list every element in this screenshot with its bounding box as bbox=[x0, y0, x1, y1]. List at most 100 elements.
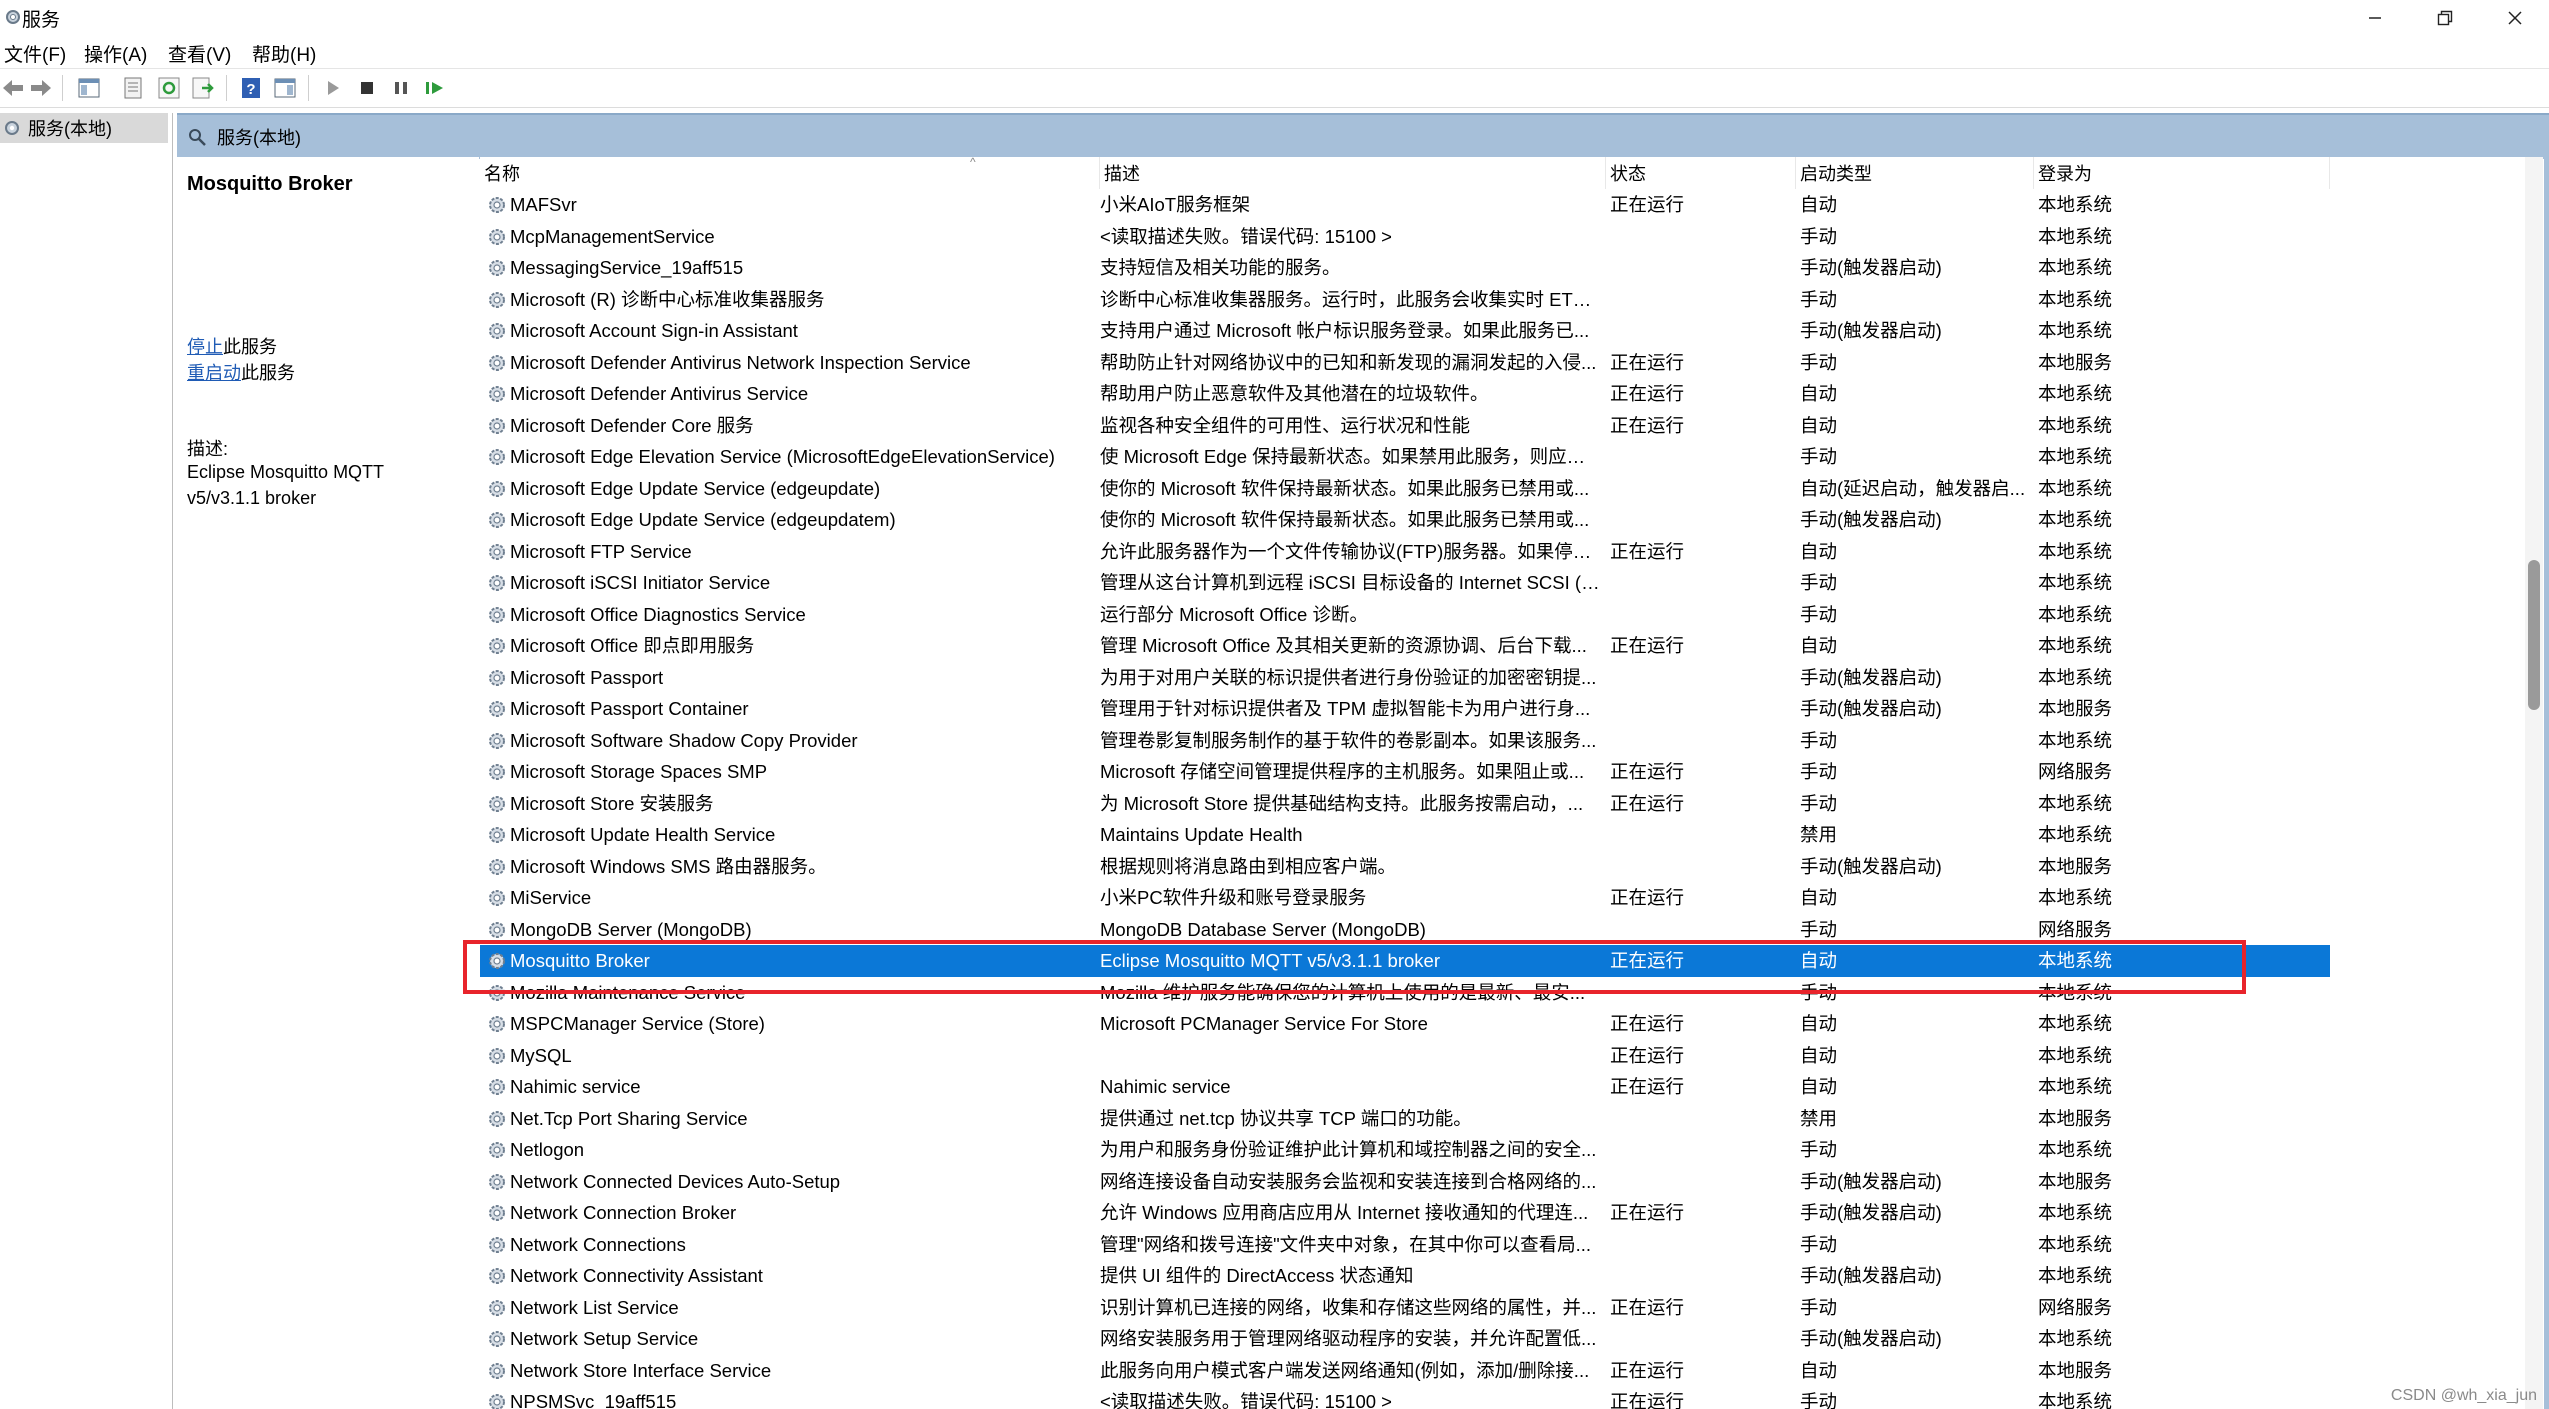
table-row[interactable]: MessagingService_19aff515 支持短信及相关功能的服务。 手动… bbox=[480, 252, 2330, 284]
table-row-selected[interactable]: Mosquitto Broker Eclipse Mosquitto MQTT v… bbox=[480, 945, 2330, 977]
service-gear-icon bbox=[486, 446, 508, 468]
table-row[interactable]: McpManagementService <读取描述失败。错误代码: 15100 … bbox=[480, 221, 2330, 253]
stop-service-link[interactable]: 停止 bbox=[187, 337, 223, 357]
table-row[interactable]: Netlogon 为用户和服务身份验证维护此计算机和域控制器之间的安全... 手动 本… bbox=[480, 1134, 2330, 1166]
start-service-button[interactable] bbox=[320, 75, 346, 101]
table-row[interactable]: Network Connection Broker 允许 Windows 应用商店… bbox=[480, 1197, 2330, 1229]
service-logon-cell: 本地服务 bbox=[2038, 351, 2113, 373]
restart-service-link[interactable]: 重启动 bbox=[187, 363, 241, 383]
table-row[interactable]: Microsoft Software Shadow Copy Provider 管… bbox=[480, 725, 2330, 757]
table-row[interactable]: NPSMSvc_19aff515 <读取描述失败。错误代码: 15100 > 正在运… bbox=[480, 1386, 2330, 1409]
table-row[interactable]: Microsoft Edge Elevation Service (Micros… bbox=[480, 441, 2330, 473]
table-row[interactable]: Microsoft Update Health Service Maintains… bbox=[480, 819, 2330, 851]
table-row[interactable]: Network Store Interface Service 此服务向用户模式客… bbox=[480, 1355, 2330, 1387]
stop-service-action: 停止此服务 bbox=[187, 333, 277, 359]
refresh-button[interactable] bbox=[156, 75, 182, 101]
close-button[interactable] bbox=[2480, 0, 2549, 36]
table-row[interactable]: Network List Service 识别计算机已连接的网络，收集和存储这些网… bbox=[480, 1292, 2330, 1324]
menu-file[interactable]: 文件(F) bbox=[4, 40, 66, 67]
service-logon-cell: 本地系统 bbox=[2038, 635, 2113, 656]
table-row[interactable]: Microsoft iSCSI Initiator Service 管理从这台计算… bbox=[480, 567, 2330, 599]
stop-service-button[interactable] bbox=[354, 75, 380, 101]
table-row[interactable]: MAFSvr 小米AIoT服务框架 正在运行 自动 本地系统 bbox=[480, 189, 2330, 221]
minimize-button[interactable] bbox=[2340, 0, 2410, 36]
table-row[interactable]: Microsoft Windows SMS 路由器服务。 根据规则将消息路由到相应… bbox=[480, 851, 2330, 883]
table-row[interactable]: Microsoft Passport 为用于对用户关联的标识提供者进行身份验证的加… bbox=[480, 662, 2330, 694]
service-status-cell bbox=[1610, 599, 1790, 631]
show-hide-console-tree-button[interactable] bbox=[76, 75, 102, 101]
table-row[interactable]: Microsoft FTP Service 允许此服务器作为一个文件传输协议(FT… bbox=[480, 536, 2330, 568]
service-gear-icon bbox=[486, 415, 508, 437]
table-row[interactable]: MySQL 正在运行 自动 本地系统 bbox=[480, 1040, 2330, 1072]
table-row[interactable]: Microsoft Storage Spaces SMP Microsoft 存储… bbox=[480, 756, 2330, 788]
menu-view[interactable]: 查看(V) bbox=[168, 40, 231, 67]
tree-item-services-local[interactable]: 服务(本地) bbox=[0, 113, 168, 143]
service-description-cell: 帮助用户防止恶意软件及其他潜在的垃圾软件。 bbox=[1100, 383, 1489, 404]
table-row[interactable]: Microsoft Edge Update Service (edgeupdat… bbox=[480, 504, 2330, 536]
table-row[interactable]: Microsoft Store 安装服务 为 Microsoft Store 提供… bbox=[480, 788, 2330, 820]
service-startup-cell: 手动(触发器启动) bbox=[1800, 698, 1942, 719]
column-header-logon-as[interactable]: 登录为 bbox=[2034, 157, 2330, 189]
service-name-cell: Microsoft Defender Antivirus Network Ins… bbox=[510, 351, 971, 373]
service-status-cell bbox=[1610, 1103, 1790, 1135]
service-description-cell: 网络连接设备自动安装服务会监视和安装连接到合格网络的... bbox=[1100, 1170, 1597, 1192]
service-logon-cell: 本地系统 bbox=[2038, 729, 2113, 751]
table-row[interactable]: Network Connectivity Assistant 提供 UI 组件的 … bbox=[480, 1260, 2330, 1292]
properties-button[interactable] bbox=[120, 75, 146, 101]
table-row[interactable]: Microsoft Account Sign-in Assistant 支持用户通… bbox=[480, 315, 2330, 347]
table-row[interactable]: Nahimic service Nahimic service 正在运行 自动 本地系统 bbox=[480, 1071, 2330, 1103]
table-row[interactable]: MiService 小米PC软件升级和账号登录服务 正在运行 自动 本地系统 bbox=[480, 882, 2330, 914]
service-gear-icon bbox=[486, 1297, 508, 1319]
restart-service-button[interactable] bbox=[422, 75, 448, 101]
table-row[interactable]: Network Setup Service 网络安装服务用于管理网络驱动程序的安装… bbox=[480, 1323, 2330, 1355]
table-row[interactable]: Microsoft Edge Update Service (edgeupdat… bbox=[480, 473, 2330, 505]
column-header-status[interactable]: 状态 bbox=[1606, 157, 1796, 189]
menu-action[interactable]: 操作(A) bbox=[84, 40, 147, 67]
tab-services-local[interactable]: 服务(本地) bbox=[187, 115, 301, 159]
service-startup-cell: 手动 bbox=[1800, 792, 1838, 814]
back-button[interactable] bbox=[0, 75, 26, 101]
table-row[interactable]: Mozilla Maintenance Service Mozilla 维护服务能… bbox=[480, 977, 2330, 1009]
forward-button[interactable] bbox=[28, 75, 54, 101]
table-row[interactable]: Microsoft Defender Antivirus Network Ins… bbox=[480, 347, 2330, 379]
service-gear-icon bbox=[486, 604, 508, 626]
table-row[interactable]: MSPCManager Service (Store) Microsoft PCM… bbox=[480, 1008, 2330, 1040]
minimize-icon bbox=[2369, 17, 2381, 19]
table-row[interactable]: Microsoft Office 即点即用服务 管理 Microsoft Offi… bbox=[480, 630, 2330, 662]
service-startup-cell: 手动 bbox=[1800, 446, 1838, 467]
restore-button[interactable] bbox=[2410, 0, 2480, 36]
table-row[interactable]: Microsoft Passport Container 管理用于针对标识提供者及… bbox=[480, 693, 2330, 725]
scrollbar-thumb[interactable] bbox=[2528, 560, 2540, 710]
column-header-startup-type[interactable]: 启动类型 bbox=[1796, 157, 2034, 189]
service-logon-cell: 本地系统 bbox=[2038, 225, 2113, 247]
service-logon-cell: 本地系统 bbox=[2038, 824, 2113, 845]
help-button[interactable]: ? bbox=[238, 75, 264, 101]
service-startup-cell: 自动 bbox=[1800, 1044, 1838, 1066]
vertical-scrollbar[interactable] bbox=[2525, 157, 2543, 1409]
sort-ascending-icon: ^ bbox=[970, 157, 976, 169]
menu-help[interactable]: 帮助(H) bbox=[252, 40, 316, 67]
service-name-cell: Netlogon bbox=[510, 1139, 585, 1160]
service-description-cell: 小米AIoT服务框架 bbox=[1100, 194, 1251, 215]
service-description-cell: 允许此服务器作为一个文件传输协议(FTP)服务器。如果停止... bbox=[1100, 540, 1600, 562]
export-list-button[interactable] bbox=[190, 75, 216, 101]
table-row[interactable]: Net.Tcp Port Sharing Service 提供通过 net.tcp… bbox=[480, 1103, 2330, 1135]
service-name-cell: MessagingService_19aff515 bbox=[510, 257, 744, 278]
table-row[interactable]: Microsoft Office Diagnostics Service 运行部分… bbox=[480, 599, 2330, 631]
show-action-pane-button[interactable] bbox=[272, 75, 298, 101]
column-header-description[interactable]: 描述 bbox=[1100, 157, 1606, 189]
service-name-cell: Network Store Interface Service bbox=[510, 1359, 772, 1381]
table-row[interactable]: Microsoft (R) 诊断中心标准收集器服务 诊断中心标准收集器服务。运行时… bbox=[480, 284, 2330, 316]
table-row[interactable]: Microsoft Defender Antivirus Service 帮助用户… bbox=[480, 378, 2330, 410]
column-header-startup-label: 启动类型 bbox=[1800, 164, 1872, 184]
pause-service-button[interactable] bbox=[388, 75, 414, 101]
table-row[interactable]: Network Connections 管理"网络和拨号连接"文件夹中对象，在其中… bbox=[480, 1229, 2330, 1261]
table-row[interactable]: Microsoft Defender Core 服务 监视各种安全组件的可用性、运… bbox=[480, 410, 2330, 442]
column-header-name[interactable]: 名称 ^ bbox=[480, 157, 1100, 189]
service-logon-cell: 本地系统 bbox=[2038, 1265, 2113, 1286]
service-startup-cell: 自动(延迟启动，触发器启... bbox=[1800, 477, 2026, 499]
service-name-cell: Network Connections bbox=[510, 1233, 686, 1255]
service-status-cell: 正在运行 bbox=[1610, 635, 1685, 656]
table-row[interactable]: MongoDB Server (MongoDB) MongoDB Database… bbox=[480, 914, 2330, 946]
table-row[interactable]: Network Connected Devices Auto-Setup 网络连接… bbox=[480, 1166, 2330, 1198]
